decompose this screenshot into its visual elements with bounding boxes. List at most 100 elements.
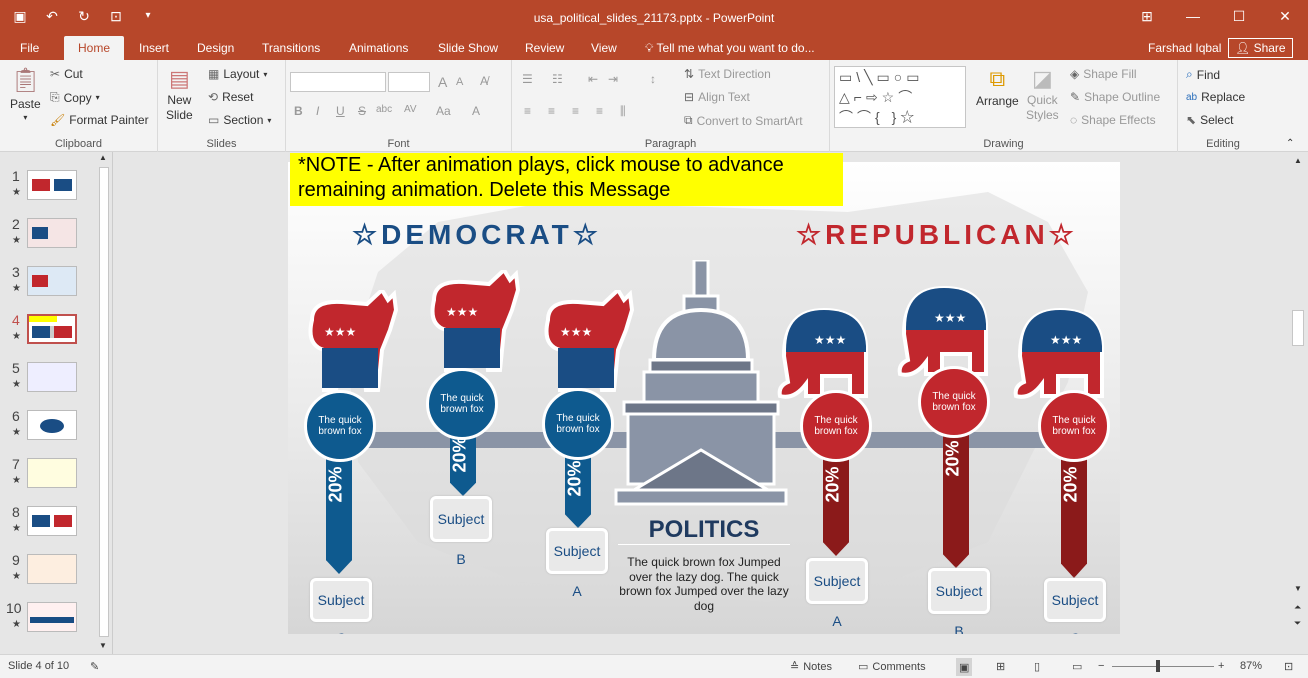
shadow-button[interactable]: abc (376, 104, 392, 115)
select-button[interactable]: ⬉ Select (1186, 113, 1233, 127)
convert-smartart-button[interactable]: ⧉ Convert to SmartArt (684, 113, 803, 128)
zoom-slider-thumb[interactable] (1156, 660, 1160, 672)
thumbnail-9[interactable]: 9 ★ (0, 552, 100, 598)
thumbnail-10[interactable]: 10 ★ (0, 600, 100, 646)
next-slide-icon[interactable]: ⏷ (1294, 618, 1301, 629)
justify-icon[interactable]: ≡ (596, 104, 603, 118)
chevron-down-icon: ▾ (267, 115, 272, 125)
zoom-level[interactable]: 87% (1240, 660, 1262, 672)
cut-button[interactable]: ✂ Cut (50, 67, 83, 81)
slide-sorter-icon[interactable]: ⊞ (996, 660, 1005, 673)
normal-view-icon[interactable]: ▣ (956, 658, 973, 676)
thumbnail-6[interactable]: 6 ★ (0, 408, 100, 454)
slide[interactable]: ☆DEMOCRAT☆ ☆REPUBLICAN☆ ★★★ ★★★ ★★★ ★★★ … (288, 162, 1120, 634)
bold-button[interactable]: B (294, 104, 303, 118)
spell-check-icon[interactable]: ✎ (90, 660, 99, 673)
italic-button[interactable]: I (316, 104, 319, 118)
decrease-indent-icon[interactable]: ⇤ (588, 72, 598, 86)
title-bar: ▣ ↶ ↻ ⊡ ▾ usa_political_slides_21173.ppt… (0, 0, 1308, 36)
char-spacing-button[interactable]: AV (404, 104, 417, 115)
scroll-down-icon[interactable]: ▼ (99, 641, 107, 650)
maximize-icon[interactable]: ☐ (1216, 0, 1262, 32)
percent-label: 20% (564, 460, 585, 497)
find-button[interactable]: ⌕ Find (1186, 67, 1220, 82)
minimize-icon[interactable]: — (1170, 0, 1216, 32)
copy-button[interactable]: ⎘ Copy ▾ (50, 90, 100, 105)
numbering-icon[interactable]: ☷ (552, 72, 563, 86)
shapes-gallery[interactable]: ▭\╲▭○▭ △⌐⇨☆⌒ ⌒⌒{ }☆ (834, 66, 966, 128)
tab-design[interactable]: Design (197, 36, 234, 60)
reading-view-icon[interactable]: ▯ (1034, 660, 1040, 673)
thumbnail-scrollbar[interactable]: ▲ ▼ (97, 153, 111, 653)
collapse-ribbon-icon[interactable]: ⌃ (1286, 138, 1294, 149)
tab-file[interactable]: File (20, 36, 39, 60)
format-painter-button[interactable]: 🖌︎ Format Painter (50, 113, 149, 127)
strikethrough-button[interactable]: S (358, 104, 366, 118)
thumbnail-8[interactable]: 8 ★ (0, 504, 100, 550)
thumbnail-1[interactable]: 1 ★ (0, 168, 100, 214)
tab-slide-show[interactable]: Slide Show (438, 36, 498, 60)
quick-styles-button[interactable]: ◪ Quick Styles (1026, 66, 1059, 122)
scroll-up-icon[interactable]: ▲ (1294, 156, 1302, 165)
tab-home[interactable]: Home (64, 36, 125, 60)
align-text-button[interactable]: ⊟ Align Text (684, 90, 750, 104)
scroll-thumb[interactable] (1292, 310, 1304, 346)
shape-outline-button[interactable]: ✎ Shape Outline (1070, 90, 1160, 104)
scroll-up-icon[interactable]: ▲ (99, 153, 107, 162)
increase-indent-icon[interactable]: ⇥ (608, 72, 618, 86)
thumbnail-7[interactable]: 7 ★ (0, 456, 100, 502)
underline-button[interactable]: U (336, 104, 345, 118)
thumbnail-5[interactable]: 5 ★ (0, 360, 100, 406)
animation-note[interactable]: *NOTE - After animation plays, click mou… (290, 153, 843, 206)
notes-button[interactable]: ≙ Notes (790, 660, 832, 674)
tab-review[interactable]: Review (525, 36, 564, 60)
font-size-input[interactable] (388, 72, 430, 92)
paste-button[interactable]: 📋︎ Paste ▾ (10, 66, 41, 122)
align-right-icon[interactable]: ≡ (572, 104, 579, 118)
arrange-button[interactable]: ⧉ Arrange (976, 66, 1019, 108)
align-left-icon[interactable]: ≡ (524, 104, 531, 118)
shape-fill-button[interactable]: ◈ Shape Fill (1070, 67, 1137, 81)
tell-me-box[interactable]: 💡︎ Tell me what you want to do... (645, 36, 815, 60)
share-button[interactable]: 👤︎ Share (1228, 38, 1293, 58)
comments-button[interactable]: ▭ Comments (858, 660, 926, 674)
font-name-input[interactable] (290, 72, 386, 92)
user-name[interactable]: Farshad Iqbal (1148, 36, 1221, 60)
increase-font-icon[interactable]: A (438, 74, 447, 90)
thumbnail-3[interactable]: 3 ★ (0, 264, 100, 310)
text-direction-button[interactable]: ⇅ Text Direction (684, 67, 771, 81)
tab-transitions[interactable]: Transitions (262, 36, 320, 60)
columns-icon[interactable]: ⫼ (620, 104, 626, 119)
percent-label: 20% (822, 466, 843, 503)
bullets-icon[interactable]: ☰ (522, 72, 533, 86)
shape-effects-button[interactable]: ◌ Shape Effects (1070, 113, 1156, 127)
ribbon-display-options-icon[interactable]: ⊞ (1124, 0, 1170, 32)
thumbnail-2[interactable]: 2 ★ (0, 216, 100, 262)
scroll-thumb[interactable] (99, 167, 109, 637)
font-color-button[interactable]: A (472, 104, 480, 118)
tab-insert[interactable]: Insert (139, 36, 169, 60)
scroll-down-icon[interactable]: ▼ (1294, 584, 1302, 593)
slide-counter: Slide 4 of 10 (8, 660, 70, 672)
new-slide-button[interactable]: ▤ New Slide (166, 66, 193, 122)
align-center-icon[interactable]: ≡ (548, 104, 555, 118)
slide-scrollbar[interactable]: ▲ ▼ ⏶ ⏷ (1290, 152, 1308, 654)
replace-button[interactable]: ab Replace (1186, 90, 1245, 104)
fit-to-window-icon[interactable]: ⊡ (1284, 660, 1293, 673)
decrease-font-icon[interactable]: A (456, 76, 463, 88)
change-case-button[interactable]: Aa (436, 104, 451, 118)
tab-animations[interactable]: Animations (349, 36, 408, 60)
previous-slide-icon[interactable]: ⏶ (1294, 602, 1301, 613)
zoom-in-icon[interactable]: + (1218, 660, 1224, 672)
close-icon[interactable]: ✕ (1262, 0, 1308, 32)
zoom-out-icon[interactable]: − (1098, 660, 1104, 672)
thumbnail-4[interactable]: 4 ★ (0, 312, 100, 358)
tab-view[interactable]: View (591, 36, 617, 60)
section-button[interactable]: ▭ Section ▾ (208, 113, 271, 127)
line-spacing-icon[interactable]: ↕ (650, 72, 656, 86)
clear-formatting-icon[interactable]: A̸ (480, 74, 488, 88)
zoom-slider[interactable] (1112, 666, 1214, 667)
slide-show-icon[interactable]: ▭ (1072, 660, 1082, 673)
layout-button[interactable]: ▦ Layout ▾ (208, 67, 267, 81)
reset-button[interactable]: ⟲ Reset (208, 90, 253, 104)
